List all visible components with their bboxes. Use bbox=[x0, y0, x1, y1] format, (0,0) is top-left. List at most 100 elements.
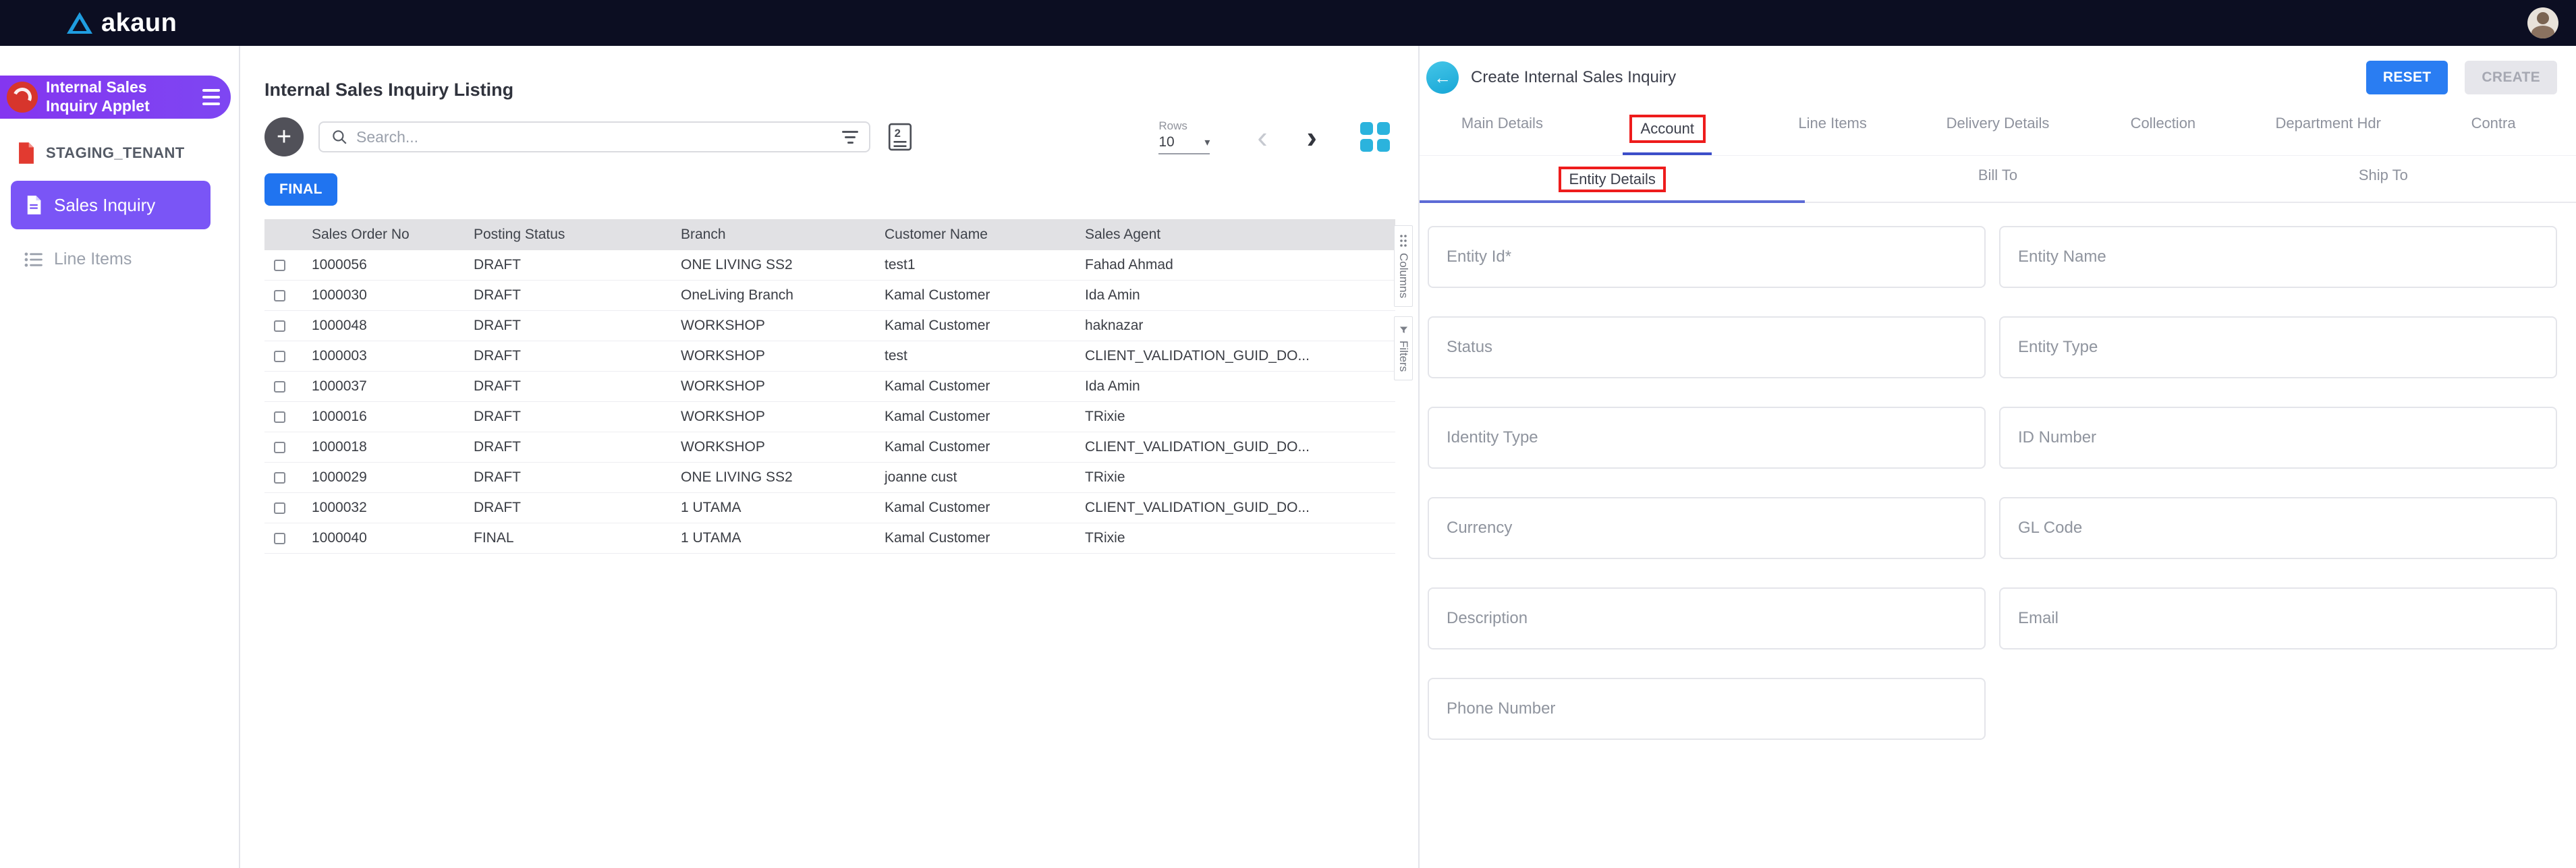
description-field[interactable] bbox=[1429, 589, 1984, 648]
search-box[interactable] bbox=[318, 121, 870, 152]
tab-delivery-details[interactable]: Delivery Details bbox=[1915, 108, 2081, 155]
currency-field[interactable] bbox=[1429, 498, 1984, 558]
field-currency bbox=[1428, 497, 1986, 559]
table-header-row: Sales Order No Posting Status Branch Cus… bbox=[264, 219, 1395, 250]
account-subtabs: Entity Details Bill To Ship To bbox=[1420, 160, 2576, 203]
identity-type-field[interactable] bbox=[1429, 408, 1984, 467]
tab-label: Delivery Details bbox=[1946, 115, 2050, 132]
row-checkbox[interactable] bbox=[274, 532, 285, 544]
table-row[interactable]: 1000029 DRAFT ONE LIVING SS2 joanne cust… bbox=[264, 462, 1395, 493]
cell-order-no: 1000030 bbox=[302, 280, 464, 311]
col-posting-status[interactable]: Posting Status bbox=[464, 219, 671, 250]
subtab-ship-to[interactable]: Ship To bbox=[2191, 160, 2576, 202]
active-tab-indicator bbox=[1623, 152, 1712, 155]
prev-page-button[interactable]: ‹ bbox=[1257, 121, 1267, 152]
table-row[interactable]: 1000037 DRAFT WORKSHOP Kamal Customer Id… bbox=[264, 371, 1395, 402]
row-checkbox[interactable] bbox=[274, 502, 285, 514]
grid-view-icon[interactable] bbox=[1360, 122, 1390, 152]
table-row[interactable]: 1000048 DRAFT WORKSHOP Kamal Customer ha… bbox=[264, 310, 1395, 341]
field-entity-type bbox=[1999, 316, 2557, 378]
sidebar-item-line-items[interactable]: Line Items bbox=[24, 250, 239, 269]
cell-posting-status: FINAL bbox=[464, 523, 671, 554]
cell-customer-name: test1 bbox=[875, 250, 1075, 281]
sidebar-applet-banner[interactable]: Internal Sales Inquiry Applet bbox=[0, 76, 231, 119]
tab-line-items[interactable]: Line Items bbox=[1750, 108, 1915, 155]
tab-account[interactable]: Account bbox=[1585, 108, 1750, 155]
back-arrow-icon: ← bbox=[1434, 67, 1451, 88]
cell-branch: WORKSHOP bbox=[671, 310, 875, 341]
create-header: ← Create Internal Sales Inquiry RESET CR… bbox=[1420, 46, 2576, 94]
table-row[interactable]: 1000032 DRAFT 1 UTAMA Kamal Customer CLI… bbox=[264, 492, 1395, 523]
row-checkbox[interactable] bbox=[274, 471, 285, 484]
create-button[interactable]: CREATE bbox=[2465, 61, 2557, 94]
reset-button[interactable]: RESET bbox=[2365, 61, 2448, 94]
row-checkbox[interactable] bbox=[274, 289, 285, 301]
brand-logo[interactable]: akaun bbox=[66, 9, 177, 38]
filters-side-tab[interactable]: Filters bbox=[1394, 316, 1413, 381]
funnel-icon bbox=[1399, 326, 1407, 333]
tab-label: Collection bbox=[2130, 115, 2196, 132]
plus-icon: + bbox=[276, 123, 292, 151]
tenant-label: STAGING_TENANT bbox=[46, 144, 185, 161]
phone-number-field[interactable] bbox=[1429, 679, 1984, 739]
cell-sales-agent: CLIENT_VALIDATION_GUID_DO... bbox=[1075, 341, 1395, 372]
cell-sales-agent: Fahad Ahmad bbox=[1075, 250, 1395, 281]
final-filter-button[interactable]: FINAL bbox=[264, 173, 337, 206]
col-sales-agent[interactable]: Sales Agent bbox=[1075, 219, 1395, 250]
tab-contra[interactable]: Contra bbox=[2411, 108, 2576, 155]
saved-filter-icon[interactable]: 2 bbox=[888, 123, 912, 151]
tab-department-hdr[interactable]: Department Hdr bbox=[2245, 108, 2411, 155]
sidebar-item-sales-inquiry[interactable]: Sales Inquiry bbox=[11, 181, 211, 229]
row-checkbox[interactable] bbox=[274, 411, 285, 423]
cell-branch: WORKSHOP bbox=[671, 371, 875, 402]
col-branch[interactable]: Branch bbox=[671, 219, 875, 250]
back-button[interactable]: ← bbox=[1426, 61, 1459, 94]
gl-code-field[interactable] bbox=[2000, 498, 2556, 558]
field-description bbox=[1428, 587, 1986, 649]
cell-branch: OneLiving Branch bbox=[671, 280, 875, 311]
rows-per-page[interactable]: Rows 10 ▾ bbox=[1158, 119, 1210, 154]
cell-posting-status: DRAFT bbox=[464, 371, 671, 402]
columns-side-tab-label: Columns bbox=[1397, 253, 1410, 299]
filters-side-tab-label: Filters bbox=[1397, 341, 1410, 372]
subtab-label: Bill To bbox=[1978, 167, 2018, 183]
row-checkbox[interactable] bbox=[274, 350, 285, 362]
email-field[interactable] bbox=[2000, 589, 2556, 648]
menu-icon[interactable] bbox=[202, 89, 220, 105]
cell-order-no: 1000056 bbox=[302, 250, 464, 281]
columns-side-tab[interactable]: Columns bbox=[1394, 225, 1413, 308]
row-checkbox[interactable] bbox=[274, 441, 285, 453]
table-row[interactable]: 1000030 DRAFT OneLiving Branch Kamal Cus… bbox=[264, 280, 1395, 311]
col-customer-name[interactable]: Customer Name bbox=[875, 219, 1075, 250]
search-input[interactable] bbox=[356, 127, 834, 146]
cell-customer-name: Kamal Customer bbox=[875, 523, 1075, 554]
sidebar-tenant[interactable]: STAGING_TENANT bbox=[16, 142, 239, 165]
cell-branch: ONE LIVING SS2 bbox=[671, 250, 875, 281]
status-field[interactable] bbox=[1429, 318, 1984, 377]
add-button[interactable]: + bbox=[264, 117, 304, 156]
subtab-bill-to[interactable]: Bill To bbox=[1805, 160, 2190, 202]
table-row[interactable]: 1000016 DRAFT WORKSHOP Kamal Customer TR… bbox=[264, 401, 1395, 432]
tab-collection[interactable]: Collection bbox=[2080, 108, 2245, 155]
filter-icon[interactable] bbox=[842, 130, 858, 144]
table-row[interactable]: 1000018 DRAFT WORKSHOP Kamal Customer CL… bbox=[264, 432, 1395, 463]
cell-posting-status: DRAFT bbox=[464, 341, 671, 372]
row-checkbox[interactable] bbox=[274, 259, 285, 271]
table-row[interactable]: 1000056 DRAFT ONE LIVING SS2 test1 Fahad… bbox=[264, 250, 1395, 281]
id-number-field[interactable] bbox=[2000, 408, 2556, 467]
entity-id-field[interactable] bbox=[1429, 227, 1984, 287]
table-row[interactable]: 1000040 FINAL 1 UTAMA Kamal Customer TRi… bbox=[264, 523, 1395, 554]
entity-name-field[interactable] bbox=[2000, 227, 2556, 287]
next-page-button[interactable]: › bbox=[1307, 121, 1317, 152]
row-checkbox[interactable] bbox=[274, 320, 285, 332]
user-avatar[interactable] bbox=[2527, 7, 2558, 38]
row-checkbox[interactable] bbox=[274, 380, 285, 393]
cell-order-no: 1000016 bbox=[302, 401, 464, 432]
entity-type-field[interactable] bbox=[2000, 318, 2556, 377]
field-gl-code bbox=[1999, 497, 2557, 559]
subtab-entity-details[interactable]: Entity Details bbox=[1420, 160, 1805, 203]
col-sales-order-no[interactable]: Sales Order No bbox=[302, 219, 464, 250]
table-row[interactable]: 1000003 DRAFT WORKSHOP test CLIENT_VALID… bbox=[264, 341, 1395, 372]
tab-main-details[interactable]: Main Details bbox=[1420, 108, 1585, 155]
cell-posting-status: DRAFT bbox=[464, 462, 671, 493]
